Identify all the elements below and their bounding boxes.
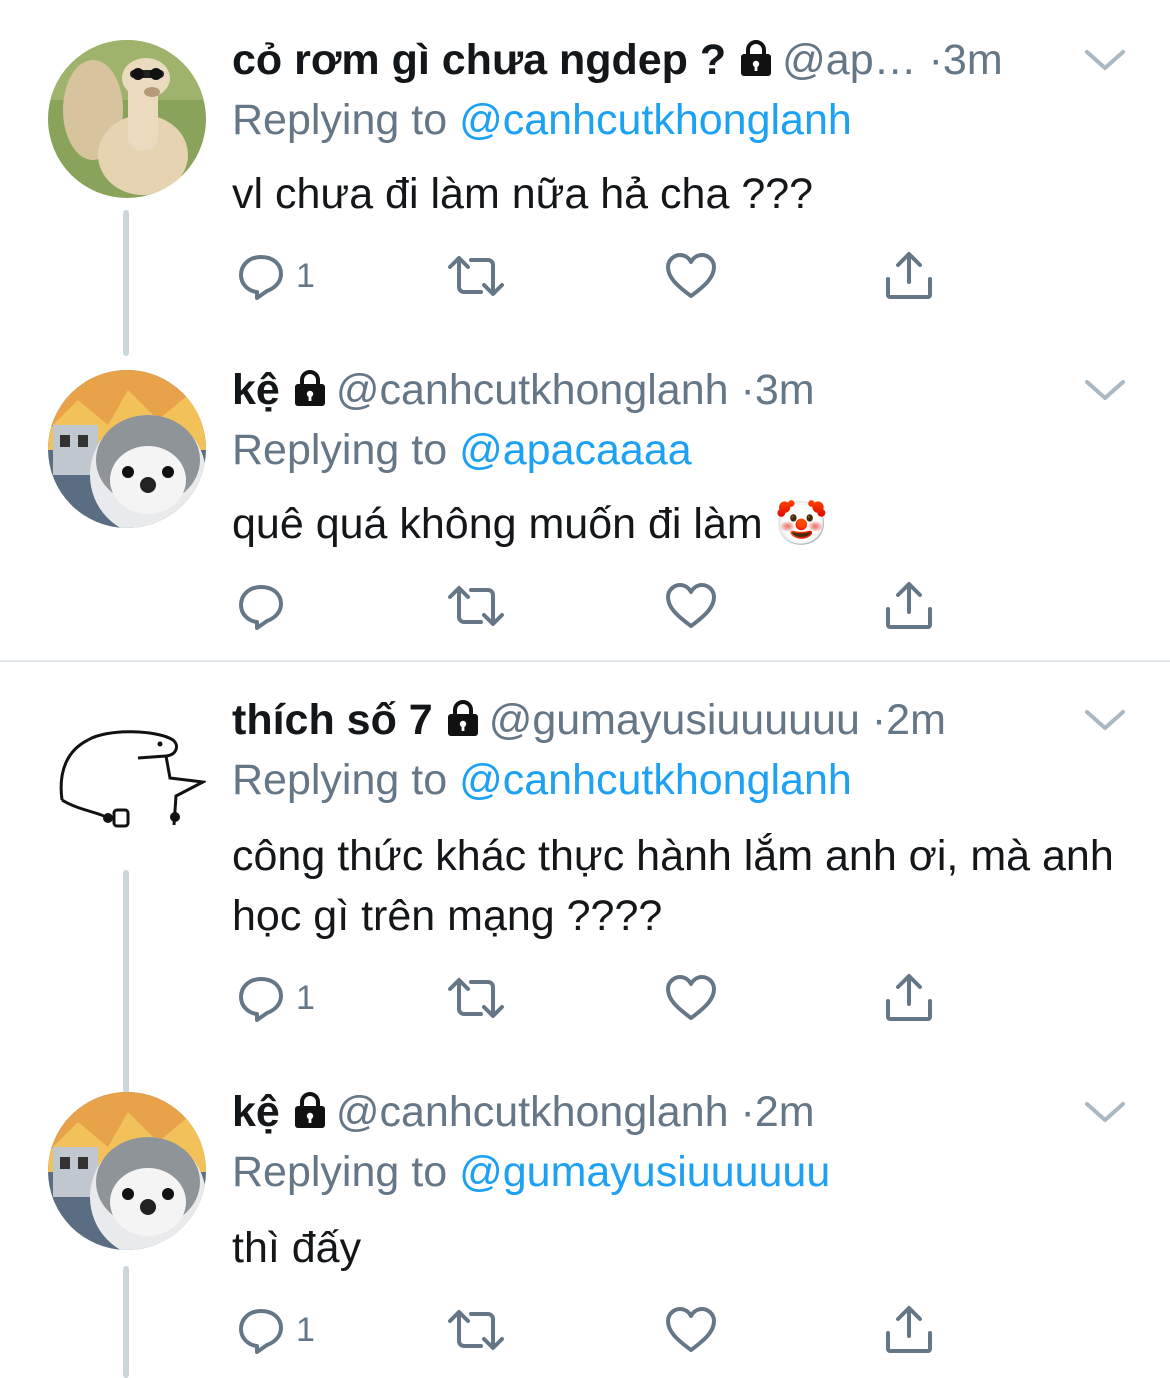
like-button[interactable] — [664, 246, 718, 306]
timestamp[interactable]: 3m — [755, 366, 815, 414]
tweet-header: kệ @canhcutkhonglanh ·2m — [232, 1082, 815, 1146]
like-icon — [664, 973, 718, 1023]
avatar[interactable] — [48, 40, 206, 198]
tweet-actions: 1 — [232, 1300, 952, 1360]
mention-link[interactable]: @canhcutkhonglanh — [459, 756, 852, 804]
retweet-button[interactable] — [446, 968, 506, 1028]
tweet-header: thích số 7 @gumayusiuuuuuu ·2m — [232, 690, 946, 754]
replying-prefix: Replying to — [232, 426, 448, 474]
separator-dot: · — [740, 366, 755, 414]
retweet-icon — [446, 973, 506, 1023]
replying-to: Replying to @apacaaaa — [232, 420, 692, 480]
tweet-text: thì đấy — [232, 1224, 362, 1272]
replying-prefix: Replying to — [232, 1148, 448, 1196]
avatar[interactable] — [48, 700, 206, 858]
retweet-button[interactable] — [446, 576, 506, 636]
separator-dot: · — [740, 1088, 755, 1136]
reply-button[interactable]: 1 — [236, 1300, 315, 1360]
reply-count: 1 — [296, 256, 315, 295]
tweet-actions — [232, 576, 952, 636]
avatar[interactable] — [48, 370, 206, 528]
like-button[interactable] — [664, 576, 718, 636]
chevron-down-icon[interactable] — [1082, 374, 1128, 406]
tweet-header: kệ @canhcutkhonglanh ·3m — [232, 360, 815, 424]
share-button[interactable] — [884, 576, 934, 636]
reply-button[interactable]: 1 — [236, 246, 315, 306]
replying-to: Replying to @canhcutkhonglanh — [232, 750, 852, 810]
display-name[interactable]: kệ — [232, 366, 280, 414]
chevron-down-icon[interactable] — [1082, 44, 1128, 76]
tweet-text: công thức khác thực hành lắm anh ơi, mà … — [232, 832, 1114, 940]
chevron-down-icon[interactable] — [1082, 1096, 1128, 1128]
tweet-text: vl chưa đi làm nữa hả cha ??? — [232, 170, 814, 218]
timestamp[interactable]: 2m — [755, 1088, 815, 1136]
reply-button[interactable] — [236, 576, 296, 636]
tweet-text: quê quá không muốn đi làm 🤡 — [232, 500, 829, 548]
reply-count: 1 — [296, 978, 315, 1017]
separator-dot: · — [871, 696, 887, 744]
reply-icon — [236, 581, 286, 631]
conversation-divider — [0, 660, 1170, 662]
display-name[interactable]: kệ — [232, 1088, 280, 1136]
thread-line — [123, 1266, 129, 1378]
replying-prefix: Replying to — [232, 756, 448, 804]
retweet-icon — [446, 251, 506, 301]
separator-dot: · — [928, 36, 943, 84]
reply-count: 1 — [296, 1310, 315, 1349]
timestamp[interactable]: 3m — [943, 36, 1003, 84]
mention-link[interactable]: @gumayusiuuuuuu — [459, 1148, 830, 1196]
lock-icon — [290, 364, 330, 424]
alpaca-avatar-image — [48, 40, 206, 198]
share-icon — [884, 1305, 934, 1355]
user-handle[interactable]: @canhcutkhonglanh — [336, 366, 729, 414]
tweet-actions: 1 — [232, 968, 952, 1028]
user-handle[interactable]: @ap… — [782, 36, 916, 84]
mention-link[interactable]: @apacaaaa — [459, 426, 692, 474]
replying-prefix: Replying to — [232, 96, 448, 144]
display-name[interactable]: cỏ rơm gì chưa ngdep ? — [232, 36, 726, 84]
reply-icon — [236, 1305, 286, 1355]
user-handle[interactable]: @gumayusiuuuuuu — [489, 696, 860, 744]
lock-icon — [443, 694, 483, 754]
share-icon — [884, 581, 934, 631]
thread-line — [123, 210, 129, 356]
reply-button[interactable]: 1 — [236, 968, 315, 1028]
share-icon — [884, 251, 934, 301]
retweet-icon — [446, 581, 506, 631]
timestamp[interactable]: 2m — [886, 696, 946, 744]
user-handle[interactable]: @canhcutkhonglanh — [336, 1088, 729, 1136]
retweet-button[interactable] — [446, 246, 506, 306]
like-button[interactable] — [664, 968, 718, 1028]
share-button[interactable] — [884, 968, 934, 1028]
reply-icon — [236, 973, 286, 1023]
reply-icon — [236, 251, 286, 301]
share-button[interactable] — [884, 1300, 934, 1360]
like-icon — [664, 251, 718, 301]
penguin-avatar-image — [48, 1092, 206, 1250]
like-icon — [664, 1305, 718, 1355]
avatar[interactable] — [48, 1092, 206, 1250]
lock-icon — [290, 1086, 330, 1146]
share-icon — [884, 973, 934, 1023]
share-button[interactable] — [884, 246, 934, 306]
penguin-avatar-image — [48, 370, 206, 528]
replying-to: Replying to @canhcutkhonglanh — [232, 90, 852, 150]
like-icon — [664, 581, 718, 631]
chevron-down-icon[interactable] — [1082, 704, 1128, 736]
mention-link[interactable]: @canhcutkhonglanh — [459, 96, 852, 144]
tweet-header: cỏ rơm gì chưa ngdep ? @ap… ·3m — [232, 30, 1003, 94]
display-name[interactable]: thích số 7 — [232, 696, 433, 744]
lock-icon — [736, 34, 776, 94]
retweet-button[interactable] — [446, 1300, 506, 1360]
like-button[interactable] — [664, 1300, 718, 1360]
doodle-avatar-image — [48, 700, 206, 858]
tweet-actions: 1 — [232, 246, 952, 306]
retweet-icon — [446, 1305, 506, 1355]
replying-to: Replying to @gumayusiuuuuuu — [232, 1142, 830, 1202]
